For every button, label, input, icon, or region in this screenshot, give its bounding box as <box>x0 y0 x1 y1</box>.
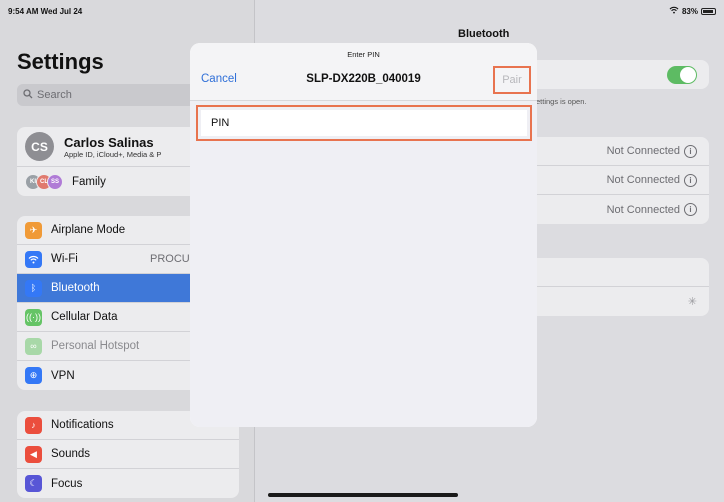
globe-icon: ⊕ <box>25 367 42 384</box>
battery-percent: 83% <box>681 6 698 16</box>
antenna-icon: ((·)) <box>25 308 42 326</box>
wifi-status-icon <box>669 6 679 16</box>
enter-pin-dialog: Enter PIN Cancel SLP-DX220B_040019 Pair <box>190 43 537 427</box>
spinner-icon: ✳ <box>687 296 697 308</box>
dialog-title: SLP-DX220B_040019 <box>306 73 421 85</box>
pin-field-highlight <box>196 105 532 141</box>
wifi-network-name: PROCU <box>150 253 190 265</box>
dialog-header: Enter PIN Cancel SLP-DX220B_040019 Pair <box>190 43 537 101</box>
sidebar-item-label: Notifications <box>51 419 114 431</box>
sidebar-item-label: Bluetooth <box>51 282 100 294</box>
dialog-prompt: Enter PIN <box>347 50 380 59</box>
detail-title: Bluetooth <box>458 28 510 40</box>
bluetooth-icon: ᛒ <box>25 279 42 297</box>
sidebar-item-label: Wi-Fi <box>51 253 78 265</box>
status-time: 9:54 AM Wed Jul 24 <box>8 7 83 16</box>
wifi-icon <box>25 250 42 268</box>
battery-icon <box>701 7 716 15</box>
speaker-icon: ◀ <box>25 445 42 463</box>
sidebar-item-label: Cellular Data <box>51 311 118 323</box>
hotspot-icon: ∞ <box>25 337 42 355</box>
bluetooth-note: ettings is open. <box>536 97 587 106</box>
sidebar-item-label: Personal Hotspot <box>51 340 140 352</box>
family-avatars: KI CL SS <box>25 173 63 190</box>
search-icon <box>23 88 33 102</box>
device-status: Not Connected <box>606 174 680 186</box>
info-icon[interactable]: i <box>684 203 697 216</box>
info-icon[interactable]: i <box>684 144 697 158</box>
sidebar-item-label: VPN <box>51 369 75 382</box>
sidebar-item-label: Family <box>72 175 106 188</box>
status-right: 83% <box>669 6 716 16</box>
avatar: CS <box>25 132 54 161</box>
search-placeholder: Search <box>37 89 72 101</box>
pin-input[interactable] <box>201 110 527 136</box>
sidebar-item-sounds[interactable]: ◀ Sounds <box>17 440 239 469</box>
account-subtitle: Apple ID, iCloud+, Media & P <box>64 149 162 159</box>
screen: 9:54 AM Wed Jul 24 Settings Search CS Ca… <box>0 0 724 502</box>
sidebar-item-label: Sounds <box>51 448 91 460</box>
cancel-button[interactable]: Cancel <box>201 73 237 85</box>
sidebar-item-label: Airplane Mode <box>51 224 126 236</box>
pair-button[interactable]: Pair <box>493 66 531 94</box>
bluetooth-toggle[interactable] <box>667 65 697 84</box>
account-name: Carlos Salinas <box>64 134 154 150</box>
dialog-body <box>190 101 537 427</box>
home-indicator[interactable] <box>268 493 458 497</box>
device-status: Not Connected <box>606 145 680 157</box>
sidebar-item-focus[interactable]: ☾ Focus <box>17 469 239 498</box>
family-avatar: SS <box>47 173 63 190</box>
bell-icon: ♪ <box>25 416 42 434</box>
device-status: Not Connected <box>606 203 680 216</box>
info-icon[interactable]: i <box>684 173 697 187</box>
page-title: Settings <box>17 49 104 74</box>
moon-icon: ☾ <box>25 475 42 492</box>
sidebar-item-label: Focus <box>51 477 83 490</box>
airplane-icon: ✈ <box>25 221 42 239</box>
